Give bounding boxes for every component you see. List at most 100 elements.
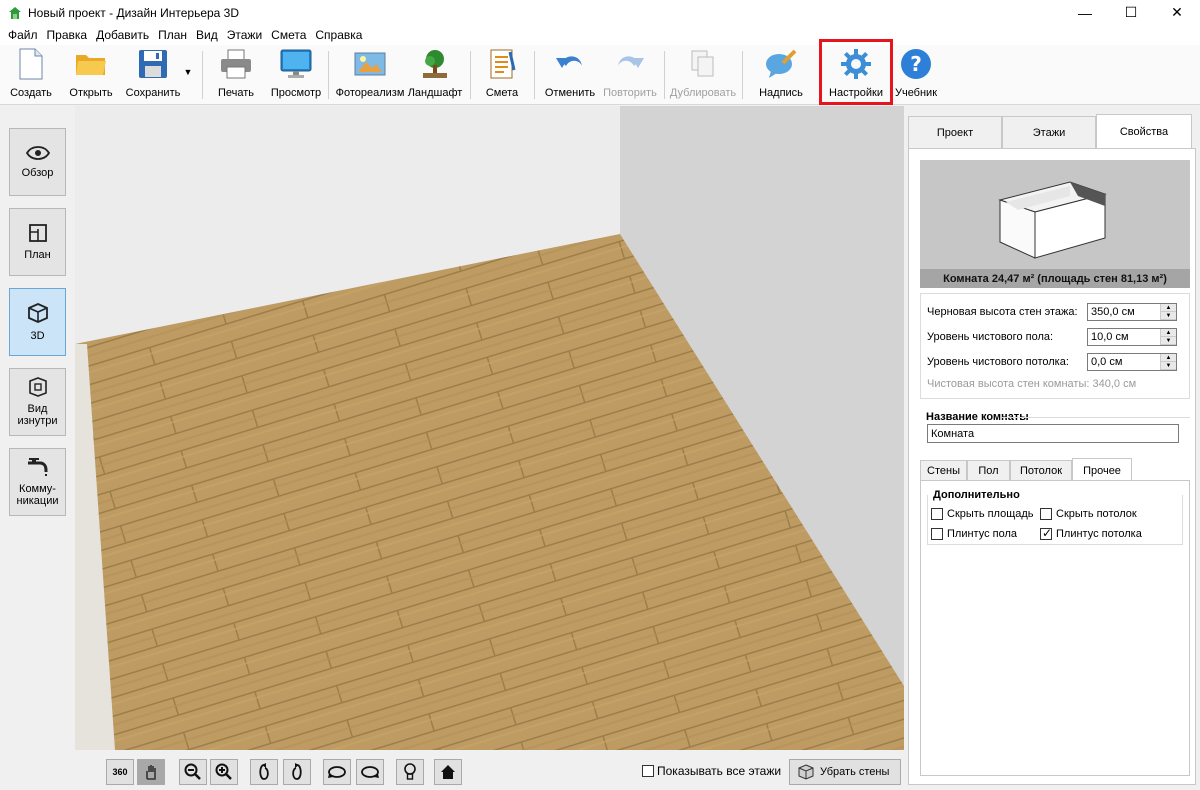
photorealism-button[interactable]: Фотореализм [336, 47, 404, 103]
nav-inside-view-button[interactable]: Вид изнутри [9, 368, 66, 436]
divider [1001, 417, 1190, 418]
home-icon [441, 765, 455, 779]
menu-estimate[interactable]: Смета [267, 28, 310, 42]
caption-button[interactable]: Надпись [758, 47, 804, 103]
estimate-button[interactable]: Смета [484, 47, 520, 103]
preview-button[interactable]: Просмотр [271, 47, 321, 103]
show-all-floors-checkbox[interactable] [642, 765, 654, 777]
printer-icon [221, 49, 251, 79]
tilt-up-button[interactable] [356, 759, 384, 785]
nav-utilities-button[interactable]: Комму-никации [9, 448, 66, 516]
picture-icon [354, 52, 386, 76]
hand-icon [146, 765, 156, 780]
room-area-caption: Комната 24,47 м² (площадь стен 81,13 м²) [920, 269, 1190, 288]
subtab-other[interactable]: Прочее [1072, 458, 1132, 482]
lighting-button[interactable] [396, 759, 424, 785]
ceiling-plinth-option[interactable]: Плинтус потолка [1040, 526, 1142, 540]
right-tabs: Проект Этажи Свойства [908, 114, 1194, 149]
maximize-button[interactable]: ☐ [1108, 0, 1154, 25]
svg-text:?: ? [910, 52, 922, 76]
save-dropdown-button[interactable]: ▼ [182, 67, 194, 81]
print-button[interactable]: Печать [214, 47, 258, 103]
menu-plan[interactable]: План [154, 28, 191, 42]
menu-help[interactable]: Справка [311, 28, 366, 42]
room-interior-icon [28, 377, 47, 397]
undo-button[interactable]: Отменить [544, 47, 596, 103]
menu-add[interactable]: Добавить [92, 28, 153, 42]
minimize-button[interactable]: — [1062, 0, 1108, 25]
stepper-down-icon[interactable]: ▼ [1161, 337, 1176, 345]
rotate-right-icon [292, 763, 302, 780]
hide-ceiling-option[interactable]: Скрыть потолок [1040, 508, 1137, 520]
viewport-toolbar: 360 Показывать все этажи Убрать стены [75, 750, 904, 790]
tutorial-button[interactable]: ? Учебник [894, 47, 938, 103]
subtab-floor[interactable]: Пол [967, 460, 1010, 481]
show-all-floors-toggle[interactable]: Показывать все этажи [642, 764, 781, 778]
notepad-icon [490, 49, 516, 79]
floor-level-label: Уровень чистового пола: [927, 331, 1054, 343]
stepper-up-icon[interactable]: ▲ [1161, 354, 1176, 362]
duplicate-button[interactable]: Дублировать [670, 47, 736, 103]
menu-edit[interactable]: Правка [43, 28, 92, 42]
floor-level-stepper[interactable]: 10,0 см ▲ ▼ [1087, 328, 1177, 346]
hide-ceiling-checkbox[interactable] [1040, 508, 1052, 520]
rotate-360-button[interactable]: 360 [106, 759, 134, 785]
tab-floors[interactable]: Этажи [1002, 116, 1096, 148]
redo-button[interactable]: Повторить [602, 47, 658, 103]
open-button[interactable]: Открыть [68, 47, 114, 103]
copy-icon [691, 50, 714, 77]
tab-project[interactable]: Проект [908, 116, 1002, 148]
main-toolbar: Создать Открыть Сохранить ▼ Печать Просм… [0, 45, 1200, 105]
cube-icon [27, 303, 48, 323]
undo-arrow-icon [556, 56, 582, 68]
rotate-left-button[interactable] [250, 759, 278, 785]
floor-plinth-option[interactable]: Плинтус пола [931, 528, 1017, 540]
create-button[interactable]: Создать [10, 47, 52, 103]
stepper-down-icon[interactable]: ▼ [1161, 362, 1176, 370]
floppy-disk-icon [139, 50, 167, 78]
floor-plinth-checkbox[interactable] [931, 528, 943, 540]
room-subtabs: Стены Пол Потолок Прочее [920, 458, 1190, 482]
ceiling-level-stepper[interactable]: 0,0 см ▲ ▼ [1087, 353, 1177, 371]
home-view-button[interactable] [434, 759, 462, 785]
stepper-up-icon[interactable]: ▲ [1161, 304, 1176, 312]
zoom-in-button[interactable] [210, 759, 238, 785]
remove-walls-button[interactable]: Убрать стены [789, 759, 901, 785]
save-button[interactable]: Сохранить [126, 47, 180, 103]
subtab-ceiling[interactable]: Потолок [1010, 460, 1072, 481]
menu-floors[interactable]: Этажи [223, 28, 266, 42]
3d-viewport[interactable] [75, 106, 904, 750]
subtab-walls[interactable]: Стены [920, 460, 967, 481]
close-button[interactable]: ✕ [1154, 0, 1200, 25]
rotate-right-button[interactable] [283, 759, 311, 785]
menu-file[interactable]: Файл [4, 28, 42, 42]
menu-view[interactable]: Вид [192, 28, 222, 42]
rough-height-stepper[interactable]: 350,0 см ▲ ▼ [1087, 303, 1177, 321]
settings-highlight-frame [819, 39, 893, 105]
hide-area-option[interactable]: Скрыть площадь [931, 508, 1034, 520]
tab-properties[interactable]: Свойства [1096, 114, 1192, 149]
stepper-down-icon[interactable]: ▼ [1161, 312, 1176, 320]
right-properties-panel: Проект Этажи Свойства Комната 24,47 м² (… [904, 106, 1200, 790]
title-bar: Новый проект - Дизайн Интерьера 3D — ☐ ✕ [0, 0, 1200, 25]
floor-plan-icon [28, 224, 47, 242]
stepper-up-icon[interactable]: ▲ [1161, 329, 1176, 337]
nav-overview-button[interactable]: Обзор [9, 128, 66, 196]
properties-content: Комната 24,47 м² (площадь стен 81,13 м²)… [908, 148, 1196, 785]
zoom-out-icon [184, 763, 201, 780]
zoom-in-icon [215, 763, 232, 780]
speech-bubble-icon [766, 49, 797, 78]
ceiling-plinth-checkbox[interactable] [1040, 526, 1052, 540]
clean-height-note: Чистовая высота стен комнаты: 340,0 см [927, 378, 1137, 390]
new-document-icon [19, 48, 43, 80]
faucet-icon [27, 458, 47, 476]
hide-area-checkbox[interactable] [931, 508, 943, 520]
nav-plan-button[interactable]: План [9, 208, 66, 276]
room-name-input[interactable]: Комната [927, 424, 1179, 443]
pan-hand-button[interactable] [137, 759, 165, 785]
extra-title: Дополнительно [933, 489, 1020, 501]
tilt-down-button[interactable] [323, 759, 351, 785]
nav-3d-button[interactable]: 3D [9, 288, 66, 356]
zoom-out-button[interactable] [179, 759, 207, 785]
landscape-button[interactable]: Ландшафт [408, 47, 462, 103]
